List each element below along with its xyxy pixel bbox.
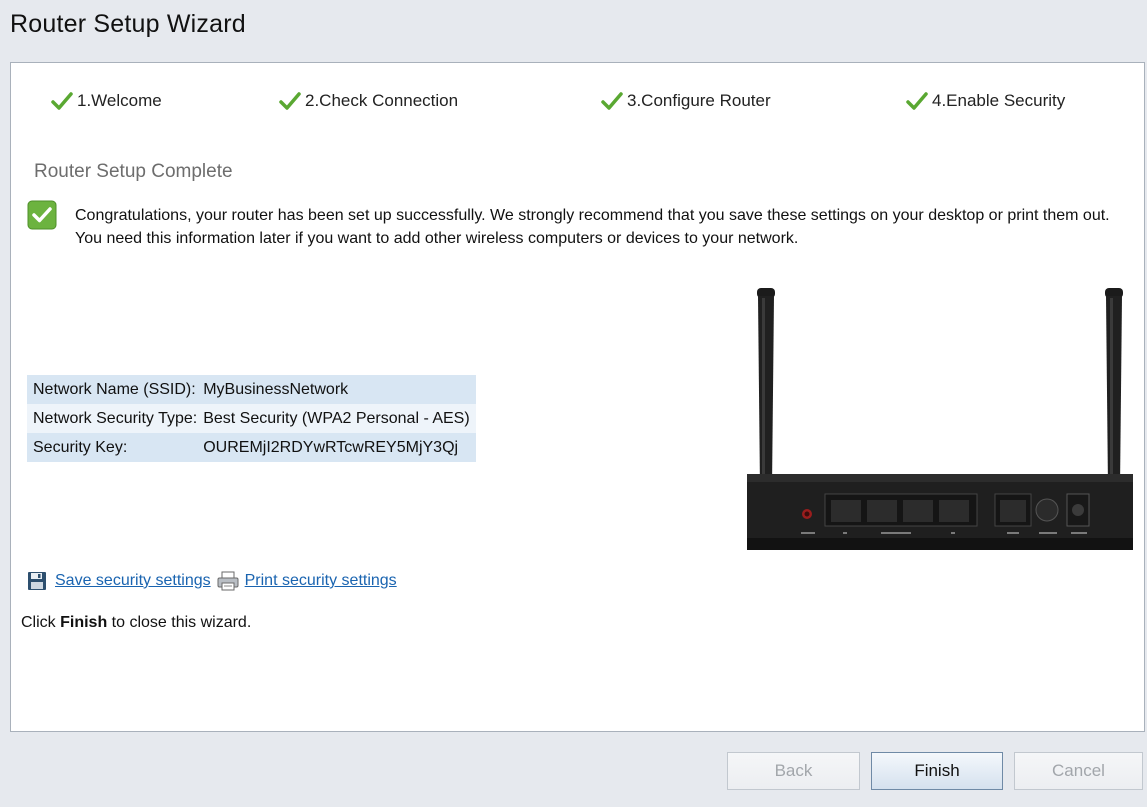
router-image (747, 288, 1133, 550)
checkmark-icon (906, 92, 928, 110)
setting-value: OUREMjI2RDYwRTcwREY5MjY3Qj (201, 433, 476, 462)
finish-button[interactable]: Finish (871, 752, 1003, 790)
table-row: Network Security Type: Best Security (WP… (27, 404, 476, 433)
finish-instruction: Click Finish to close this wizard. (21, 614, 251, 632)
back-button[interactable]: Back (727, 752, 860, 790)
step-enable-security: 4.Enable Security (906, 91, 1065, 111)
setting-label: Security Key: (27, 433, 202, 462)
setting-value: Best Security (WPA2 Personal - AES) (201, 404, 476, 433)
section-title: Router Setup Complete (34, 161, 233, 182)
setting-label: Network Name (SSID): (27, 375, 202, 404)
print-security-settings-link[interactable]: Print security settings (245, 572, 397, 590)
cancel-button[interactable]: Cancel (1014, 752, 1143, 790)
success-message: Congratulations, your router has been se… (75, 207, 1110, 247)
step-indicator: 1.Welcome 2.Check Connection 3.Configure… (11, 91, 1144, 119)
step-label: 3.Configure Router (627, 91, 771, 110)
checkmark-icon (51, 92, 73, 110)
instruction-finish-word: Finish (60, 614, 108, 631)
setting-value: MyBusinessNetwork (201, 375, 476, 404)
step-configure-router: 3.Configure Router (601, 91, 771, 111)
table-row: Security Key: OUREMjI2RDYwRTcwREY5MjY3Qj (27, 433, 476, 462)
step-welcome: 1.Welcome (51, 91, 162, 111)
step-label: 1.Welcome (77, 91, 162, 110)
success-check-icon (27, 200, 57, 230)
instruction-suffix: to close this wizard. (107, 614, 252, 631)
table-row: Network Name (SSID): MyBusinessNetwork (27, 375, 476, 404)
window-title: Router Setup Wizard (10, 10, 246, 38)
wizard-panel: 1.Welcome 2.Check Connection 3.Configure… (10, 62, 1145, 732)
settings-links: Save security settings Print security se… (27, 571, 397, 591)
checkmark-icon (601, 92, 623, 110)
step-label: 2.Check Connection (305, 91, 459, 110)
save-security-settings-link[interactable]: Save security settings (55, 572, 211, 590)
step-check-connection: 2.Check Connection (279, 91, 458, 111)
wizard-window: Router Setup Wizard 1.Welcome 2.Check Co… (0, 0, 1147, 807)
step-label: 4.Enable Security (932, 91, 1066, 110)
instruction-prefix: Click (21, 614, 61, 631)
security-settings-table: Network Name (SSID): MyBusinessNetwork N… (27, 375, 476, 462)
printer-icon[interactable] (217, 571, 239, 591)
setting-label: Network Security Type: (27, 404, 202, 433)
save-floppy-icon[interactable] (27, 571, 47, 591)
checkmark-icon (279, 92, 301, 110)
